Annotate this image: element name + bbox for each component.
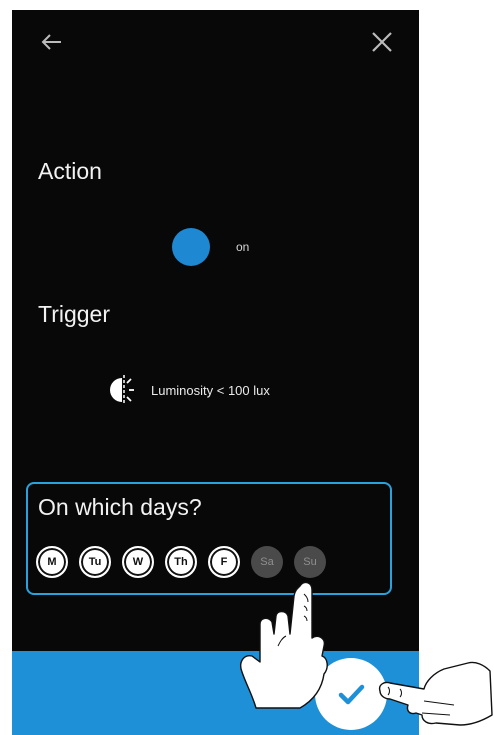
trigger-text: Luminosity < 100 lux	[151, 382, 270, 398]
close-icon	[372, 32, 392, 52]
phone-screen: Action on Trigger Luminosity < 100 lux O…	[12, 10, 419, 735]
trigger-title: Trigger	[38, 301, 110, 327]
days-title: On which days?	[38, 494, 202, 520]
day-toggle-tuesday[interactable]: Tu	[79, 546, 111, 578]
day-toggle-monday[interactable]: M	[36, 546, 68, 578]
day-toggle-saturday[interactable]: Sa	[251, 546, 283, 578]
day-toggle-sunday[interactable]: Su	[294, 546, 326, 578]
close-button[interactable]	[368, 28, 396, 56]
pointing-hand-icon	[378, 661, 493, 726]
tapping-hand-icon	[240, 581, 328, 709]
luminosity-icon	[110, 375, 134, 405]
day-toggle-friday[interactable]: F	[208, 546, 240, 578]
trigger-row[interactable]: Luminosity < 100 lux	[105, 373, 270, 407]
action-row: on	[172, 227, 249, 267]
arrow-left-icon	[41, 34, 61, 50]
action-indicator[interactable]	[172, 228, 210, 266]
days-row: M Tu W Th F Sa Su	[36, 546, 337, 578]
action-title: Action	[38, 158, 102, 184]
day-toggle-wednesday[interactable]: W	[122, 546, 154, 578]
day-toggle-thursday[interactable]: Th	[165, 546, 197, 578]
action-state-label: on	[236, 240, 250, 254]
back-button[interactable]	[38, 28, 66, 56]
